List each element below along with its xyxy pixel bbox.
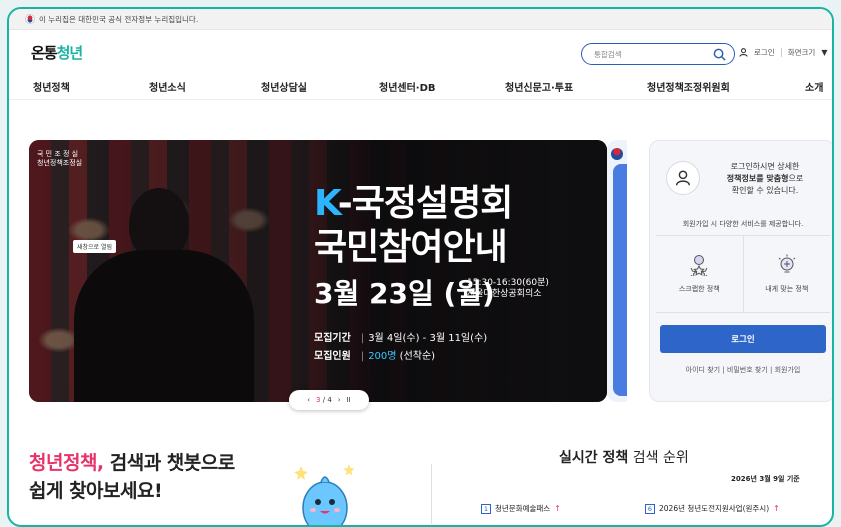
stars-icon — [690, 255, 708, 276]
hero-title-line2: 국민참여안내 — [314, 227, 508, 268]
nav-item-youth-policy[interactable]: 청년정책 — [33, 79, 70, 94]
ranking-date: 2026년 3월 9일 기준 — [731, 475, 800, 483]
hero-recruit-info: 모집기간 | 3월 4일(수) - 3월 11일(수) 모집인원 | 200명 (선착순… — [314, 333, 488, 362]
signup-note: 회원가입 시 다양한 서비스를 제공합니다. — [682, 220, 804, 228]
user-icon — [739, 48, 748, 57]
site-logo[interactable]: 온통청년 — [31, 42, 84, 63]
prev-slide-button[interactable]: ‹ — [307, 396, 310, 404]
matched-policy-card[interactable]: 내게 맞는 정책 — [742, 236, 831, 312]
gov-emblem-icon — [611, 148, 623, 160]
utility-menu: 로그인 화면크기 ▼ — [739, 47, 827, 58]
nav-item-about[interactable]: 소개 — [805, 79, 823, 94]
quick-cards: 스크랩한 정책 내게 맞는 정책 — [656, 235, 830, 313]
chatbot-mascot-icon — [294, 464, 355, 525]
search-icon[interactable] — [713, 48, 726, 61]
gov-banner-text: 이 누리집은 대한민국 공식 전자정부 누리집입니다. — [39, 14, 199, 24]
divider — [780, 48, 782, 57]
account-links[interactable]: 아이디 찾기 | 비밀번호 찾기 | 회원가입 — [656, 365, 830, 375]
new-window-label: 새창으로 열림 — [73, 240, 117, 253]
ranking-title: 실시간 정책 검색 순위 — [559, 450, 689, 466]
hero-banner[interactable]: 국 민 조 정 실 청년정책조정실 새창으로 열림 K-국정설명회 국민참여안내… — [29, 140, 607, 402]
nav-item-center-db[interactable]: 청년센터·DB — [379, 79, 436, 94]
hero-badge: 국 민 조 정 실 청년정책조정실 — [37, 150, 83, 167]
user-avatar-icon — [666, 161, 700, 195]
nav-item-counseling[interactable]: 청년상담실 — [261, 79, 307, 94]
nav-item-committee[interactable]: 청년정책조정위원회 — [647, 79, 730, 94]
lightbulb-icon — [778, 254, 796, 273]
nav-item-youth-news[interactable]: 청년소식 — [149, 79, 186, 94]
ranking-item[interactable]: 1 청년문화예술패스 ↑ — [481, 503, 561, 514]
gov-banner: 이 누리집은 대한민국 공식 전자정부 누리집입니다. — [9, 9, 832, 30]
scrapped-policy-card[interactable]: 스크랩한 정책 — [656, 236, 743, 312]
slide-pager: ‹ 3 / 4 › II — [289, 390, 369, 410]
search-box — [581, 43, 735, 65]
divider — [431, 464, 432, 524]
ranking-item[interactable]: 6 2026년 청년도전지원사업(원주시) ↑ — [645, 503, 780, 514]
site-header: 온통청년 로그인 화면크기 ▼ — [9, 30, 832, 70]
login-link[interactable]: 로그인 — [754, 47, 775, 58]
next-slide-button[interactable]: › — [338, 396, 341, 404]
logo-text-1: 온통 — [31, 44, 58, 62]
login-button[interactable]: 로그인 — [660, 325, 826, 353]
slide-counter: 3 / 4 — [316, 396, 332, 404]
section-title: 청년정책, 검색과 챗봇으로 쉽게 찾아보세요! — [29, 452, 235, 502]
screen-size-button[interactable]: 화면크기 — [788, 47, 816, 58]
speaker-silhouette — [74, 188, 254, 402]
chevron-down-icon[interactable]: ▼ — [821, 48, 827, 57]
next-slide-peek[interactable] — [607, 140, 627, 402]
search-input[interactable] — [594, 49, 713, 59]
pause-button[interactable]: II — [347, 396, 351, 404]
taegukgi-icon — [25, 14, 35, 24]
rank-up-icon: ↑ — [773, 504, 780, 513]
rank-up-icon: ↑ — [554, 504, 561, 513]
main-nav: 청년정책 청년소식 청년상담실 청년센터·DB 청년신문고·투표 청년정책조정위… — [9, 70, 832, 100]
login-prompt: 로그인하시면 상세한 정책정보를 맞춤형으로 확인할 수 있습니다. — [726, 162, 804, 195]
login-panel: 로그인하시면 상세한 정책정보를 맞춤형으로 확인할 수 있습니다. 회원가입 … — [649, 140, 832, 402]
hero-time-venue: 15:30-16:30(60분) 서울대한상공회의소 — [467, 278, 549, 299]
logo-text-2: 청년 — [56, 44, 84, 62]
nav-item-petition-vote[interactable]: 청년신문고·투표 — [505, 79, 573, 94]
page-frame: 이 누리집은 대한민국 공식 전자정부 누리집입니다. 온통청년 로그인 화면크… — [7, 7, 834, 527]
